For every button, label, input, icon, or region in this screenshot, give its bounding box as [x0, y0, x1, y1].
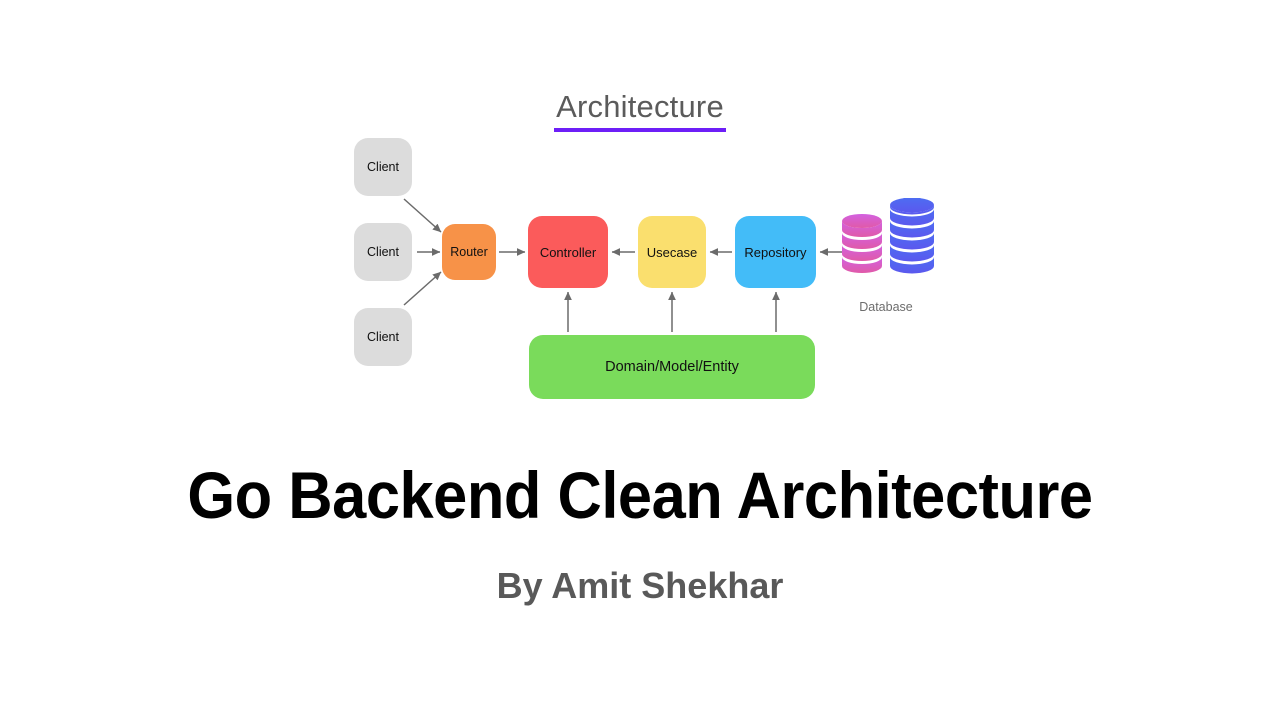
diagram-node-label: Controller: [539, 244, 597, 260]
page-title: Go Backend Clean Architecture: [187, 458, 1093, 532]
diagram-node-label: Client: [367, 160, 399, 174]
diagram-node-client-1[interactable]: Client: [354, 138, 412, 196]
edge-client1-router: [403, 198, 442, 233]
diagram-node-router[interactable]: Router: [442, 224, 496, 280]
diagram-node-label: Router: [450, 245, 488, 259]
diagram-node-label: Repository: [744, 244, 807, 260]
architecture-diagram: Architecture Client Client Client Router…: [0, 0, 1280, 430]
diagram-node-domain-model-entity[interactable]: Domain/Model/Entity: [529, 335, 815, 399]
database-label: Database: [859, 300, 913, 314]
diagram-title: Architecture: [554, 88, 726, 138]
diagram-node-label: Client: [367, 330, 399, 344]
diagram-node-usecase[interactable]: Usecase: [638, 216, 706, 288]
diagram-title-text: Architecture: [556, 89, 724, 124]
database-icon: [840, 197, 936, 294]
diagram-title-container: Architecture: [0, 88, 1280, 138]
diagram-node-controller[interactable]: Controller: [528, 216, 608, 288]
diagram-node-repository[interactable]: Repository: [735, 216, 816, 288]
diagram-title-underline: [554, 128, 726, 132]
edge-client3-router: [403, 271, 442, 306]
diagram-node-client-2[interactable]: Client: [354, 223, 412, 281]
diagram-node-label: Domain/Model/Entity: [605, 359, 739, 375]
diagram-node-label: Client: [367, 245, 399, 259]
database-icon-svg: [842, 197, 934, 274]
author-subtitle: By Amit Shekhar: [496, 565, 784, 606]
diagram-node-label: Usecase: [646, 244, 698, 260]
diagram-node-client-3[interactable]: Client: [354, 308, 412, 366]
